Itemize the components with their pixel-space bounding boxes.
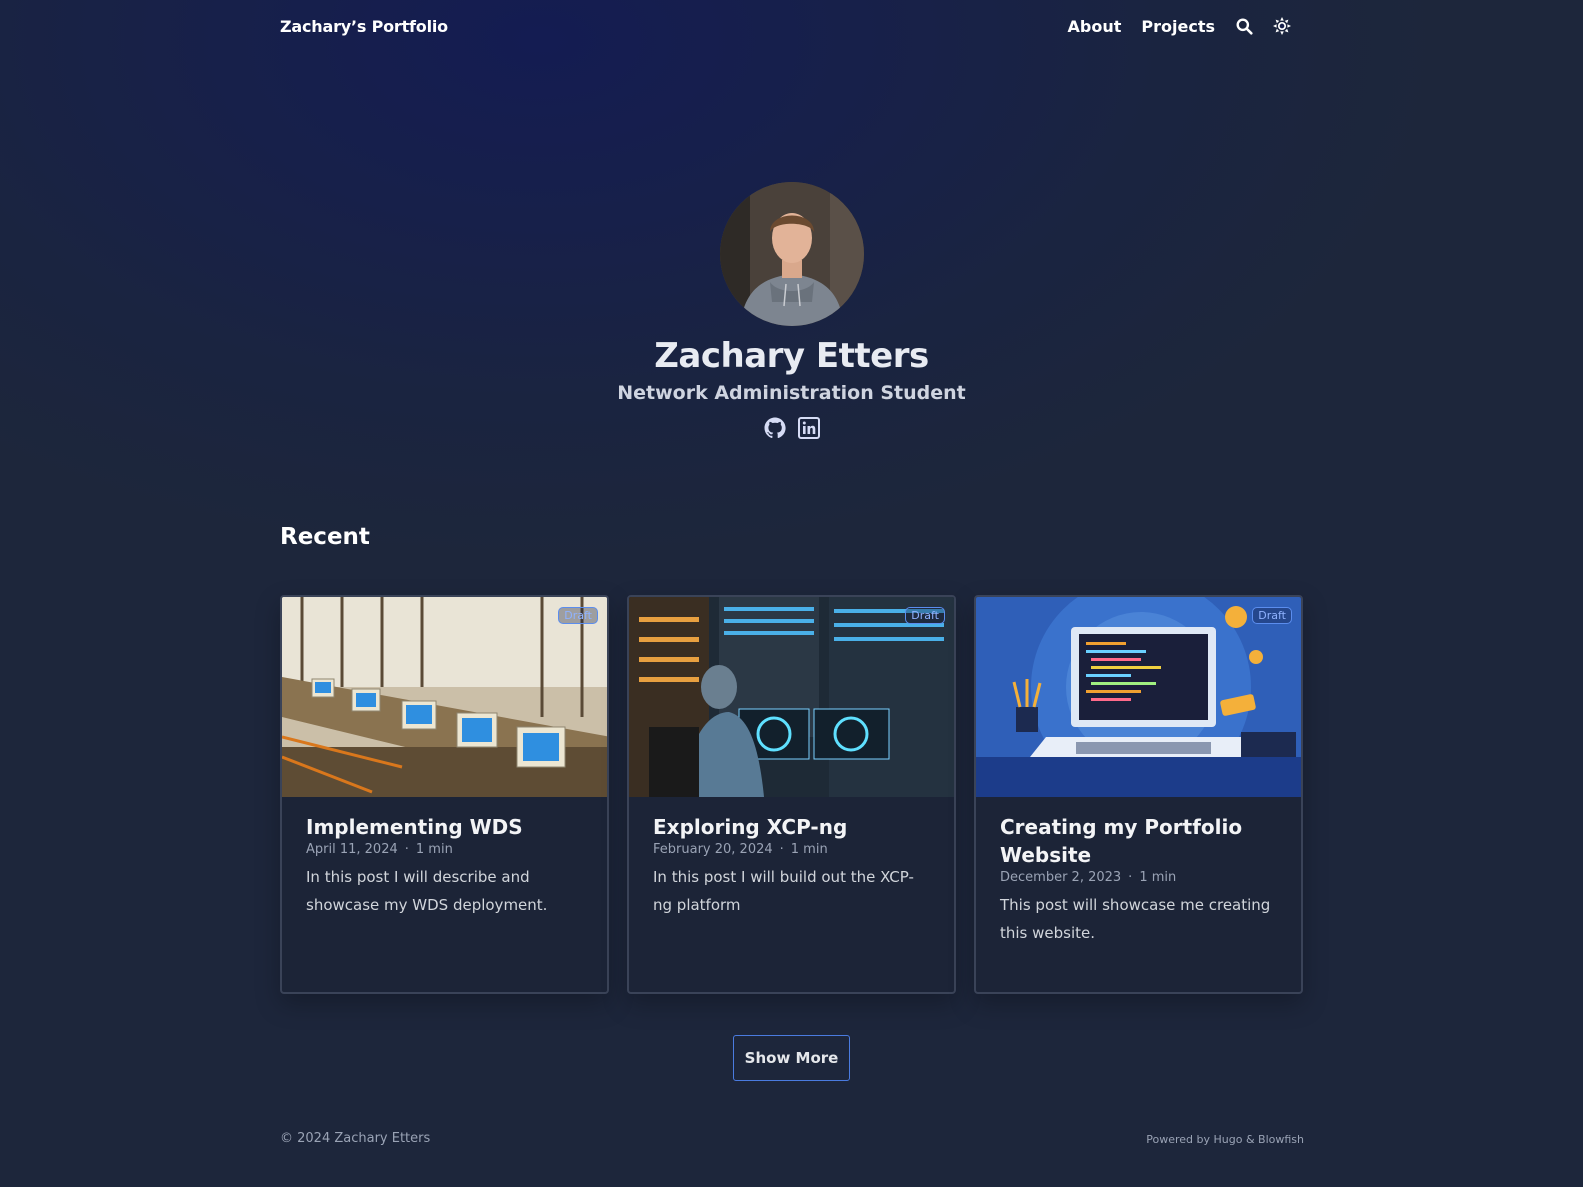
nav-about[interactable]: About bbox=[1068, 17, 1122, 36]
post-read-time: 1 min bbox=[415, 842, 453, 857]
draft-badge: Draft bbox=[1252, 607, 1292, 624]
footer-copyright: © 2024 Zachary Etters bbox=[280, 1131, 431, 1146]
nav-projects[interactable]: Projects bbox=[1141, 17, 1215, 36]
footer-powered-by[interactable]: Powered by Hugo & Blowfish bbox=[1146, 1133, 1304, 1146]
draft-badge: Draft bbox=[905, 607, 945, 624]
post-description: In this post I will describe and showcas… bbox=[306, 868, 548, 914]
post-thumbnail-wds: Draft bbox=[282, 597, 607, 797]
post-read-time: 1 min bbox=[790, 842, 828, 857]
hero-name: Zachary Etters bbox=[654, 336, 929, 376]
post-card[interactable]: Draft Creating my Portfolio Website Dece… bbox=[974, 595, 1303, 994]
post-date: April 11, 2024 bbox=[306, 842, 398, 857]
post-thumbnail-portfolio: Draft bbox=[976, 597, 1301, 797]
post-read-time: 1 min bbox=[1139, 870, 1177, 885]
section-title-recent: Recent bbox=[280, 524, 370, 550]
linkedin-icon[interactable] bbox=[797, 416, 821, 440]
post-description: In this post I will build out the XCP-ng… bbox=[653, 868, 914, 914]
post-date: February 20, 2024 bbox=[653, 842, 773, 857]
site-brand[interactable]: Zachary’s Portfolio bbox=[280, 17, 448, 36]
hero: Zachary Etters Network Administration St… bbox=[0, 182, 1583, 440]
post-meta: December 2, 2023 · 1 min bbox=[1000, 870, 1277, 885]
post-title[interactable]: Creating my Portfolio Website bbox=[1000, 813, 1277, 869]
recent-posts: Draft Implementing WDS April 11, 2024 · 1 … bbox=[280, 595, 1303, 994]
show-more-button[interactable]: Show More bbox=[733, 1035, 850, 1081]
meta-separator: · bbox=[404, 842, 409, 857]
post-date: December 2, 2023 bbox=[1000, 870, 1122, 885]
meta-separator: · bbox=[779, 842, 784, 857]
site-header: Zachary’s Portfolio About Projects bbox=[280, 0, 1291, 52]
post-card[interactable]: Draft Implementing WDS April 11, 2024 · 1 … bbox=[280, 595, 609, 994]
avatar bbox=[719, 182, 864, 326]
post-meta: April 11, 2024 · 1 min bbox=[306, 842, 583, 857]
search-icon[interactable] bbox=[1235, 17, 1253, 35]
main-nav: About Projects bbox=[1068, 17, 1291, 36]
post-thumbnail-xcpng: Draft bbox=[629, 597, 954, 797]
social-links bbox=[763, 416, 821, 440]
post-title[interactable]: Implementing WDS bbox=[306, 813, 583, 841]
sun-icon[interactable] bbox=[1273, 17, 1291, 35]
draft-badge: Draft bbox=[558, 607, 598, 624]
post-meta: February 20, 2024 · 1 min bbox=[653, 842, 930, 857]
post-description: This post will showcase me creating this… bbox=[1000, 896, 1271, 942]
hero-subtitle: Network Administration Student bbox=[617, 382, 966, 404]
meta-separator: · bbox=[1128, 870, 1133, 885]
post-card[interactable]: Draft Exploring XCP-ng February 20, 2024… bbox=[627, 595, 956, 994]
github-icon[interactable] bbox=[763, 416, 787, 440]
post-title[interactable]: Exploring XCP-ng bbox=[653, 813, 930, 841]
